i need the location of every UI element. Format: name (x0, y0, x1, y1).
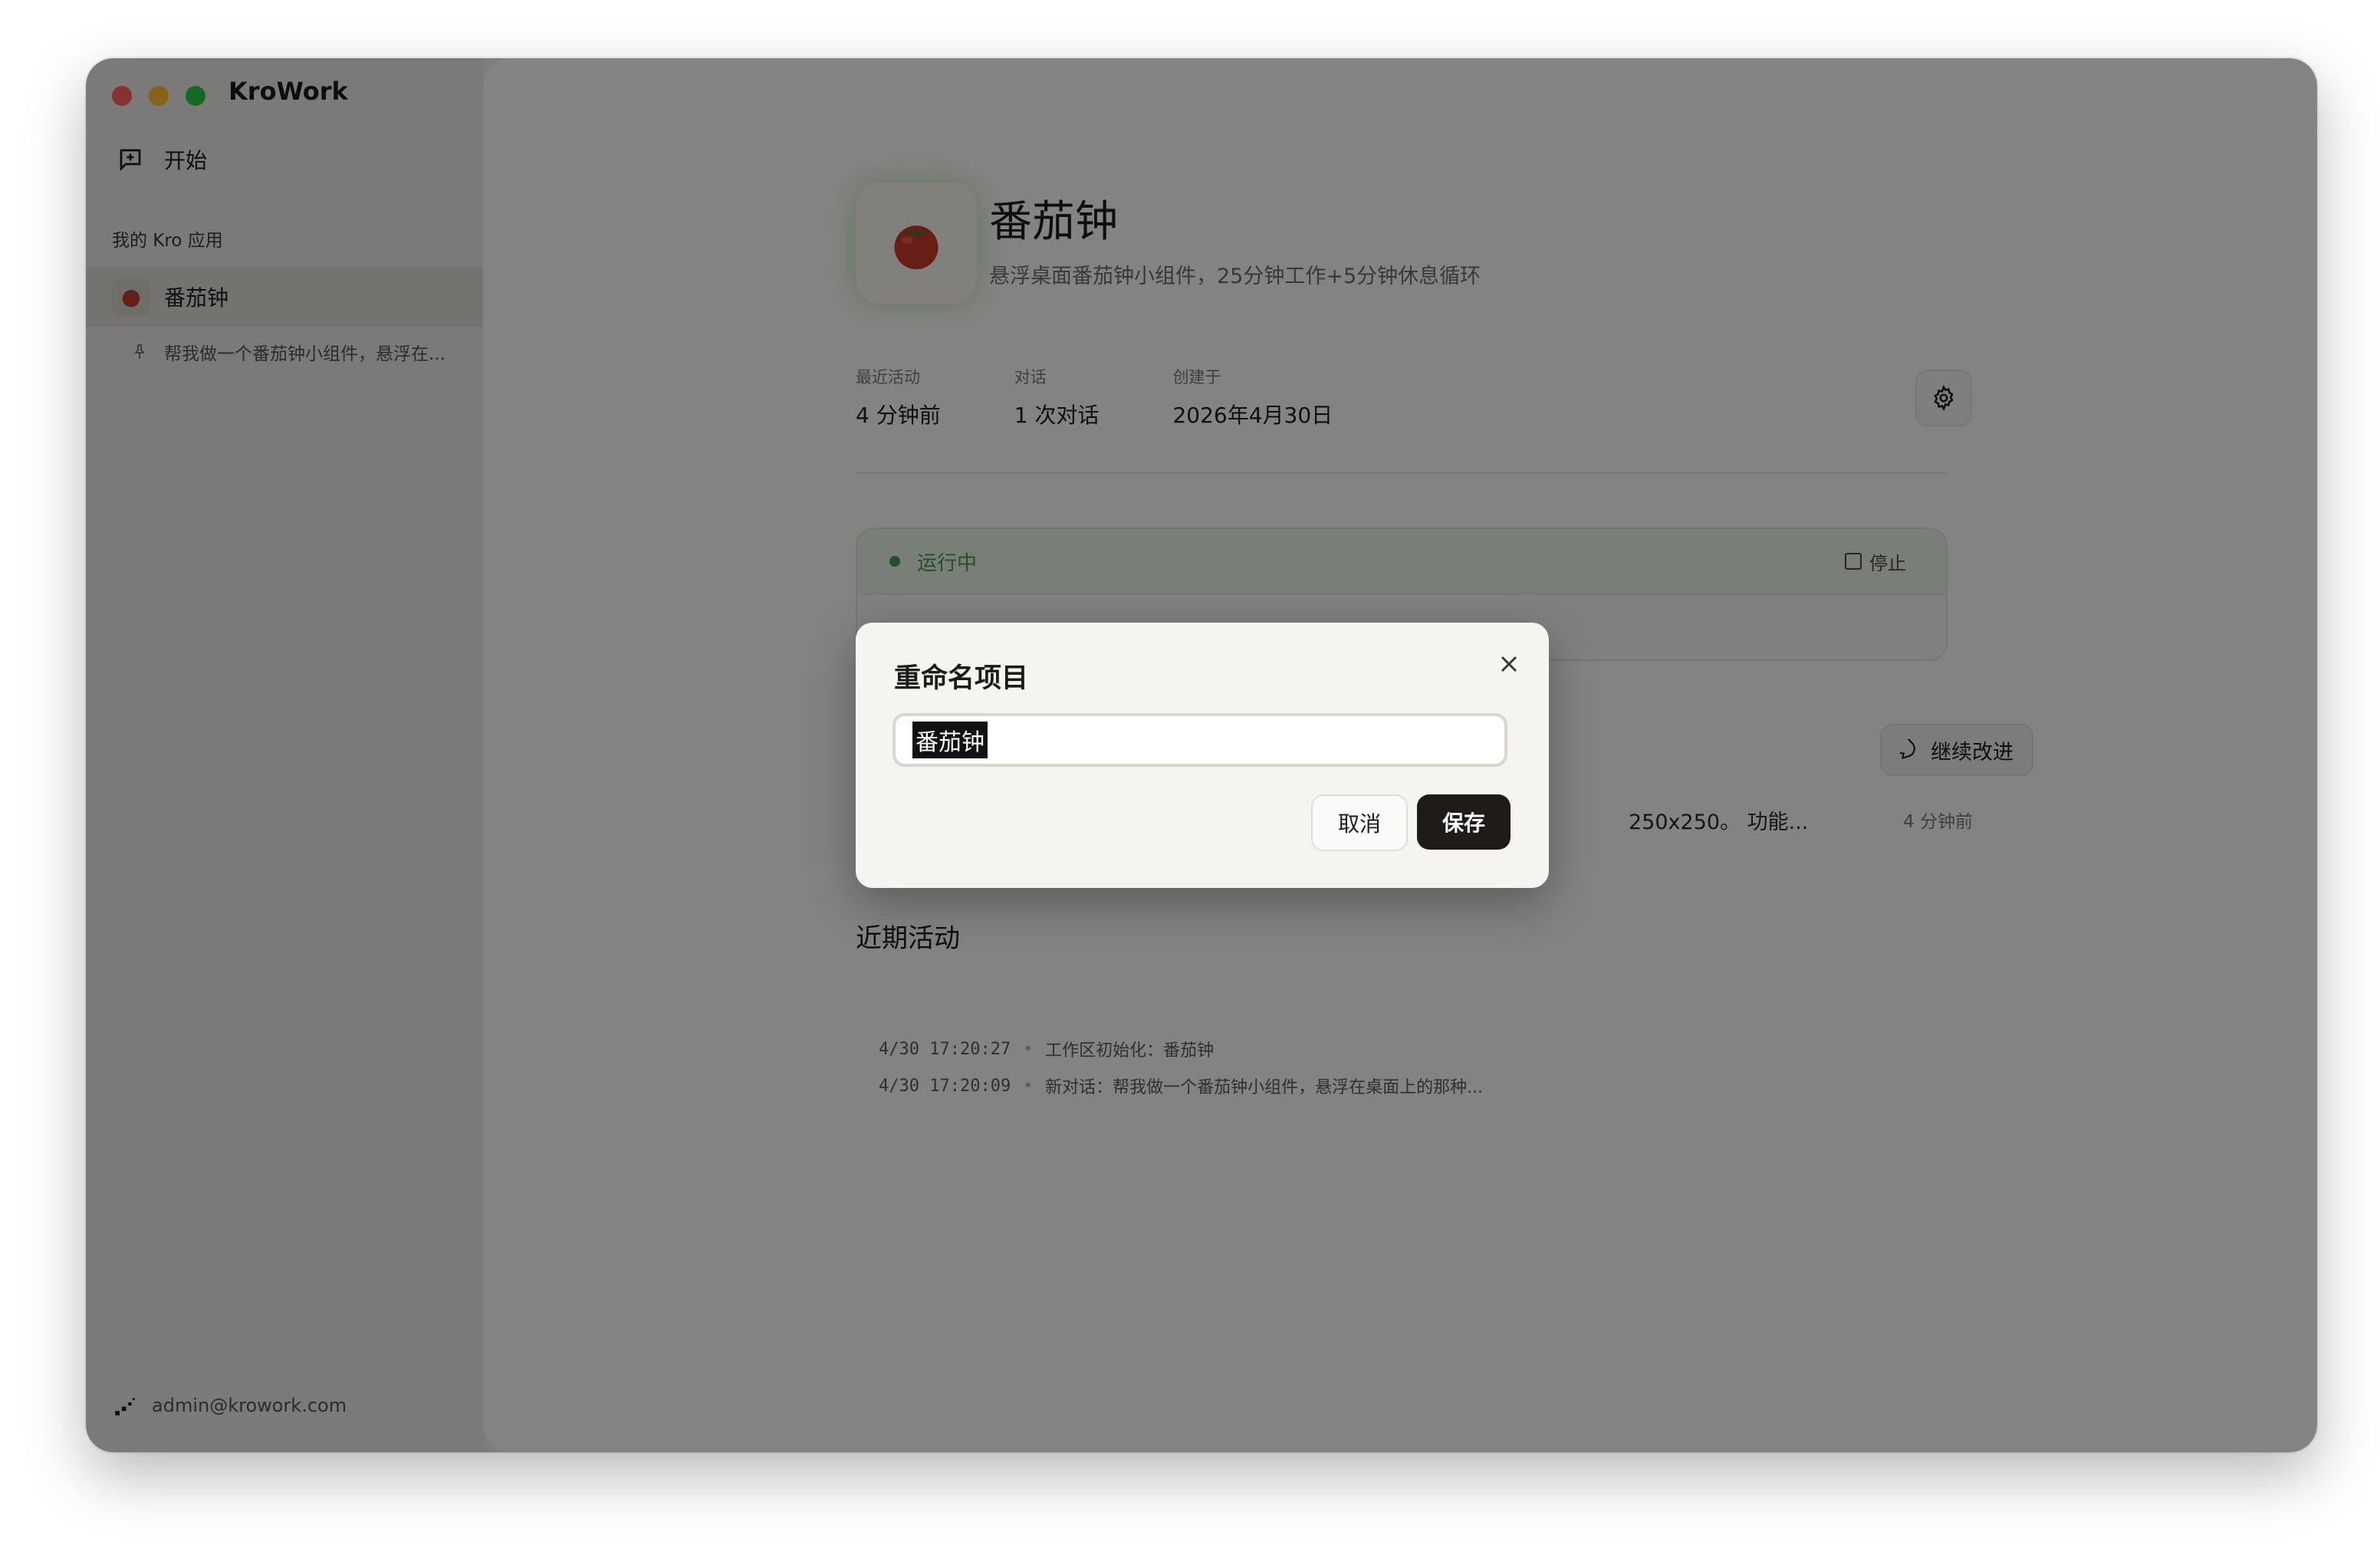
app-window: KroWork 开始 我的 Kro 应用 番茄钟 帮我做一个番茄钟小组件，悬浮在… (86, 58, 2317, 1452)
save-button[interactable]: 保存 (1417, 794, 1511, 850)
dialog-title: 重命名项目 (894, 663, 1029, 694)
input-selected-text: 番茄钟 (912, 722, 988, 758)
cancel-button[interactable]: 取消 (1311, 794, 1408, 851)
rename-dialog: 重命名项目 番茄钟 取消 保存 (856, 623, 1549, 888)
close-icon[interactable] (1495, 650, 1523, 678)
rename-input[interactable]: 番茄钟 (893, 713, 1507, 767)
